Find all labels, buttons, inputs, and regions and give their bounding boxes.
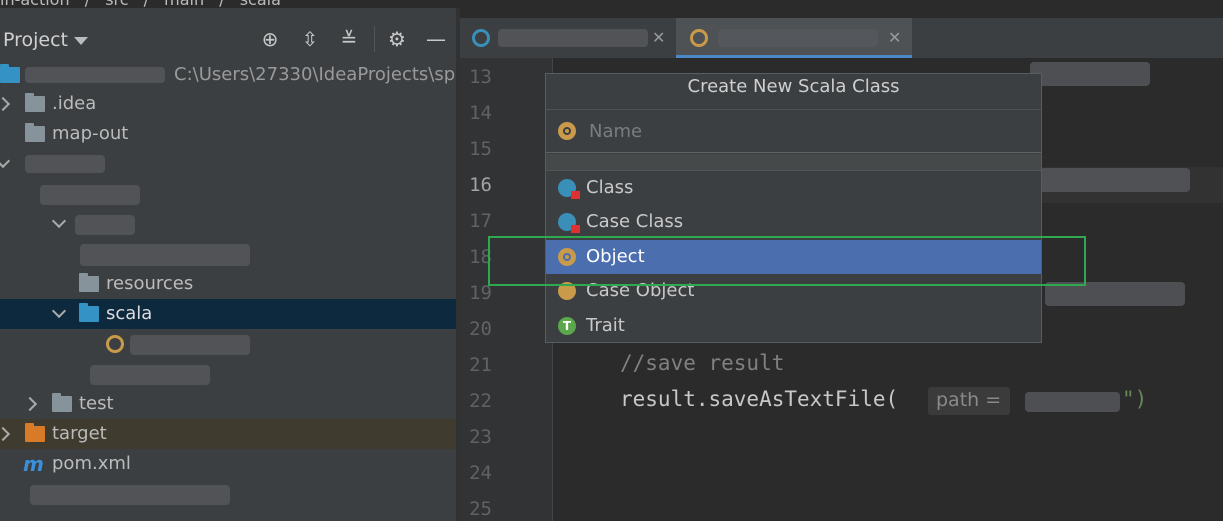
chevron-down-icon[interactable] xyxy=(51,303,67,319)
scala-class-icon xyxy=(558,179,580,199)
tree-item-redacted[interactable] xyxy=(0,179,456,209)
redacted-text xyxy=(30,485,230,505)
redacted-code xyxy=(1025,392,1120,412)
chevron-right-icon[interactable] xyxy=(0,426,11,442)
redacted-text xyxy=(40,185,140,205)
tree-item-scala-file[interactable] xyxy=(0,329,456,359)
chevron-down-icon[interactable] xyxy=(74,37,88,45)
gear-icon[interactable]: ⚙ xyxy=(386,28,408,50)
line-number: 14 xyxy=(469,102,492,124)
tree-item-redacted[interactable] xyxy=(0,359,456,389)
tree-item-pom[interactable]: m pom.xml xyxy=(0,449,456,479)
source-folder-icon xyxy=(79,303,99,322)
tree-item-label: pom.xml xyxy=(52,453,131,474)
redacted-text xyxy=(25,67,165,83)
tree-item-redacted[interactable] xyxy=(0,479,456,509)
code-call: result.saveAsTextFile( xyxy=(620,387,899,411)
tree-item-scala[interactable]: scala xyxy=(0,299,456,329)
root-path: C:\Users\27330\IdeaProjects\spar xyxy=(174,64,474,85)
chevron-right-icon[interactable] xyxy=(22,396,38,412)
module-folder-icon xyxy=(0,64,20,83)
annotation-highlight-box xyxy=(488,236,1086,286)
collapse-all-icon[interactable]: ≚ xyxy=(338,28,360,50)
scala-object-icon xyxy=(558,122,576,140)
editor-tab[interactable]: ✕ xyxy=(460,18,674,58)
redacted-code xyxy=(1040,168,1190,192)
line-number: 23 xyxy=(469,426,492,448)
expand-all-icon[interactable]: ⇳ xyxy=(299,28,321,50)
tree-item-label: target xyxy=(52,423,107,444)
tree-item-test[interactable]: test xyxy=(0,389,456,419)
line-number: 24 xyxy=(469,462,492,484)
redacted-text xyxy=(130,335,250,355)
folder-icon xyxy=(52,393,72,412)
folder-icon xyxy=(25,123,45,142)
scala-trait-icon: T xyxy=(558,317,576,335)
scala-object-icon xyxy=(106,335,124,353)
redacted-text xyxy=(75,215,135,235)
code-string-end: ") xyxy=(1122,387,1148,411)
line-number: 25 xyxy=(469,498,492,520)
project-view-selector[interactable]: Project xyxy=(3,29,68,51)
line-number: 13 xyxy=(469,66,492,88)
redacted-code xyxy=(1030,62,1150,86)
scala-case-class-icon xyxy=(558,213,580,233)
excluded-folder-icon xyxy=(25,423,45,442)
scala-class-icon xyxy=(472,29,490,47)
name-placeholder: Name xyxy=(589,121,643,142)
redacted-text xyxy=(80,244,250,266)
kind-label: Trait xyxy=(586,315,625,336)
folder-icon xyxy=(25,93,45,112)
close-icon[interactable]: ✕ xyxy=(652,28,665,47)
tree-item-label: scala xyxy=(106,303,153,324)
resources-folder-icon xyxy=(79,273,99,292)
scala-object-icon xyxy=(690,29,708,47)
parameter-hint: path = xyxy=(928,387,1010,415)
redacted-text xyxy=(25,155,105,173)
redacted-text xyxy=(498,29,648,47)
breadcrumb: in-action / src / main / scala xyxy=(0,0,460,9)
line-number: 20 xyxy=(469,318,492,340)
redacted-text xyxy=(718,29,878,47)
locate-icon[interactable]: ⊕ xyxy=(259,28,281,50)
toolbar-divider xyxy=(374,26,375,52)
tree-item-resources[interactable]: resources xyxy=(0,269,456,299)
kind-option-trait[interactable]: T Trait xyxy=(546,309,1041,343)
tree-root-row[interactable]: C:\Users\27330\IdeaProjects\spar xyxy=(0,60,474,90)
dialog-title: Create New Scala Class xyxy=(687,76,900,97)
code-comment: //save result xyxy=(620,351,785,375)
kind-option-class[interactable]: Class xyxy=(546,171,1041,205)
divider xyxy=(546,154,1041,171)
tree-item-src[interactable] xyxy=(0,149,456,179)
kind-option-case-class[interactable]: Case Class xyxy=(546,205,1041,239)
redacted-text xyxy=(90,365,210,385)
line-number: 16 xyxy=(469,174,492,196)
line-number: 17 xyxy=(469,210,492,232)
tree-item-label: test xyxy=(79,393,114,414)
tree-item-label: .idea xyxy=(52,93,97,114)
tree-item-map-out[interactable]: map-out xyxy=(0,119,456,149)
chevron-right-icon[interactable] xyxy=(0,96,11,112)
tree-item-target[interactable]: target xyxy=(0,419,456,449)
parameter-hint-label: path = xyxy=(936,389,1002,411)
kind-label: Class xyxy=(586,177,634,198)
chevron-down-icon[interactable] xyxy=(51,213,67,229)
tree-item-redacted[interactable] xyxy=(0,239,456,269)
line-number: 21 xyxy=(469,354,492,376)
tree-item-label: map-out xyxy=(52,123,129,144)
tree-item-idea[interactable]: .idea xyxy=(0,89,456,119)
kind-label: Case Class xyxy=(586,211,684,232)
line-number: 22 xyxy=(469,390,492,412)
tree-item-label: resources xyxy=(106,273,194,294)
maven-icon: m xyxy=(23,452,44,476)
tree-item-main[interactable] xyxy=(0,209,456,239)
editor-tab-active[interactable]: ✕ xyxy=(676,18,912,58)
line-number: 15 xyxy=(469,138,492,160)
hide-panel-icon[interactable]: — xyxy=(425,28,447,50)
close-icon[interactable]: ✕ xyxy=(888,28,901,47)
chevron-down-icon[interactable] xyxy=(0,153,11,169)
